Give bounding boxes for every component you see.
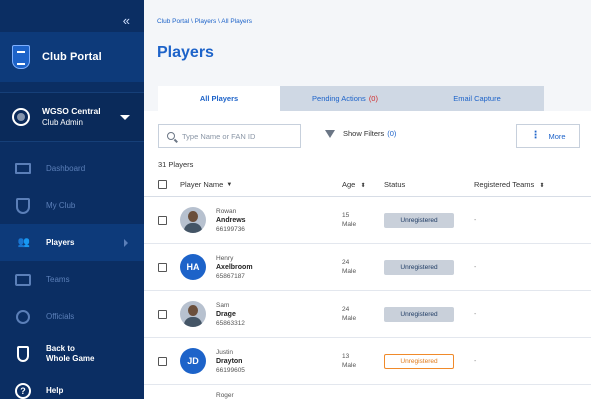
tab-pending-actions[interactable]: Pending Actions (0) xyxy=(280,86,410,111)
help-icon: ? xyxy=(15,382,31,399)
last-name[interactable]: Andrews xyxy=(216,216,246,225)
status-badge: Unregistered xyxy=(384,353,454,369)
crest-icon xyxy=(12,345,34,362)
fan-id: 66199736 xyxy=(216,225,245,233)
table-header: Player Name ▼ Age ⬍ Status Registered Te… xyxy=(144,173,591,197)
table-row[interactable]: JD Justin Drayton 66199605 13 Male Unreg… xyxy=(144,338,591,385)
column-registered-teams[interactable]: Registered Teams ⬍ xyxy=(474,180,591,189)
sidebar-item-players[interactable]: 👥 Players xyxy=(0,224,144,261)
tab-all-players[interactable]: All Players xyxy=(158,86,280,111)
registered-teams-value: - xyxy=(474,357,477,365)
first-name: Rowan xyxy=(216,207,237,215)
last-name[interactable]: Drage xyxy=(216,310,245,319)
sidebar-item-teams[interactable]: Teams xyxy=(0,261,144,298)
column-age[interactable]: Age ⬍ xyxy=(342,180,384,189)
sort-down-icon: ▼ xyxy=(226,181,233,188)
status-badge: Unregistered xyxy=(384,306,454,322)
table-row[interactable]: HA Henry Axelbroom 65867187 24 Male Unre… xyxy=(144,244,591,291)
show-filters-button[interactable]: Show Filters (0) xyxy=(325,129,396,138)
sidebar-item-back-to-whole-game[interactable]: Back to Whole Game xyxy=(0,335,144,372)
players-icon: 👥 xyxy=(17,237,31,248)
first-name: Justin xyxy=(216,348,233,356)
table-row[interactable]: Rowan Andrews 66199736 15 Male Unregiste… xyxy=(144,197,591,244)
more-button[interactable]: ⋮ More xyxy=(516,124,580,148)
row-checkbox[interactable] xyxy=(158,356,167,366)
fa-crest-icon xyxy=(12,45,30,69)
row-checkbox[interactable] xyxy=(158,215,167,225)
sidebar-item-my-club[interactable]: My Club xyxy=(0,187,144,224)
filter-icon xyxy=(325,129,335,138)
table-row[interactable]: Sam Drage 65863312 24 Male Unregistered … xyxy=(144,291,591,338)
registered-teams-value: - xyxy=(474,263,477,271)
sidebar-item-officials[interactable]: Officials xyxy=(0,298,144,335)
select-all-checkbox[interactable] xyxy=(158,180,167,189)
shirt-icon xyxy=(12,273,34,286)
gender-value: Male xyxy=(342,221,357,228)
search-input[interactable]: Type Name or FAN ID xyxy=(158,124,301,148)
age-value: 24 xyxy=(342,259,350,266)
brand[interactable]: Club Portal xyxy=(0,32,144,82)
sidebar-item-dashboard[interactable]: Dashboard xyxy=(0,150,144,187)
club-name: WGSO Central xyxy=(42,106,101,116)
caret-down-icon xyxy=(120,115,130,120)
fan-id: 65867187 xyxy=(216,272,245,280)
monitor-icon xyxy=(12,163,34,174)
first-name: Roger xyxy=(216,391,234,399)
avatar xyxy=(180,301,206,327)
tab-email-capture[interactable]: Email Capture xyxy=(410,86,544,111)
search-placeholder: Type Name or FAN ID xyxy=(182,131,256,141)
gender-value: Male xyxy=(342,362,357,369)
gender-value: Male xyxy=(342,315,357,322)
status-badge: Unregistered xyxy=(384,259,454,275)
last-name[interactable]: Axelbroom xyxy=(216,263,253,272)
table-row[interactable]: Roger xyxy=(144,385,591,399)
sidebar-nav: Dashboard My Club 👥 Players Teams Offici… xyxy=(0,150,144,399)
age-value: 15 xyxy=(342,212,350,219)
collapse-sidebar-button[interactable]: « xyxy=(123,14,130,27)
players-count: 31 Players xyxy=(158,160,194,169)
chevron-right-icon xyxy=(124,239,128,247)
avatar: HA xyxy=(180,254,206,280)
gender-value: Male xyxy=(342,268,357,275)
age-value: 24 xyxy=(342,306,350,313)
last-name[interactable]: Drayton xyxy=(216,357,245,366)
club-role: Club Admin xyxy=(42,118,83,127)
brand-title: Club Portal xyxy=(42,51,102,63)
sort-icon: ⬍ xyxy=(360,183,366,189)
status-badge: Unregistered xyxy=(384,212,454,228)
pending-count: (0) xyxy=(368,94,378,103)
sidebar: « Club Portal WGSO Central Club Admin Da… xyxy=(0,0,144,399)
search-icon xyxy=(167,132,175,140)
registered-teams-value: - xyxy=(474,216,477,224)
players-panel: Type Name or FAN ID Show Filters (0) ⋮ M… xyxy=(144,111,591,399)
players-table: Player Name ▼ Age ⬍ Status Registered Te… xyxy=(144,173,591,399)
club-icon xyxy=(12,108,30,126)
more-vertical-icon: ⋮ xyxy=(530,130,541,141)
fan-id: 66199605 xyxy=(216,366,245,374)
club-switcher[interactable]: WGSO Central Club Admin xyxy=(0,92,144,142)
sort-icon: ⬍ xyxy=(539,183,545,189)
main-content: Club Portal \ Players \ All Players Play… xyxy=(144,0,591,399)
sidebar-item-help[interactable]: ? Help xyxy=(0,372,144,399)
age-value: 13 xyxy=(342,353,350,360)
tab-bar: All Players Pending Actions (0) Email Ca… xyxy=(158,86,544,111)
shield-icon xyxy=(12,197,34,214)
breadcrumb[interactable]: Club Portal \ Players \ All Players xyxy=(157,18,252,25)
first-name: Sam xyxy=(216,301,230,309)
whistle-icon xyxy=(12,309,34,324)
page-title: Players xyxy=(157,44,214,61)
first-name: Henry xyxy=(216,254,234,262)
avatar: JD xyxy=(180,348,206,374)
row-checkbox[interactable] xyxy=(158,262,167,272)
row-checkbox[interactable] xyxy=(158,309,167,319)
club-portal-app: « Club Portal WGSO Central Club Admin Da… xyxy=(0,0,591,399)
avatar xyxy=(180,207,206,233)
fan-id: 65863312 xyxy=(216,319,245,327)
column-status: Status xyxy=(384,180,406,189)
registered-teams-value: - xyxy=(474,310,477,318)
column-player-name[interactable]: Player Name ▼ xyxy=(180,180,342,189)
